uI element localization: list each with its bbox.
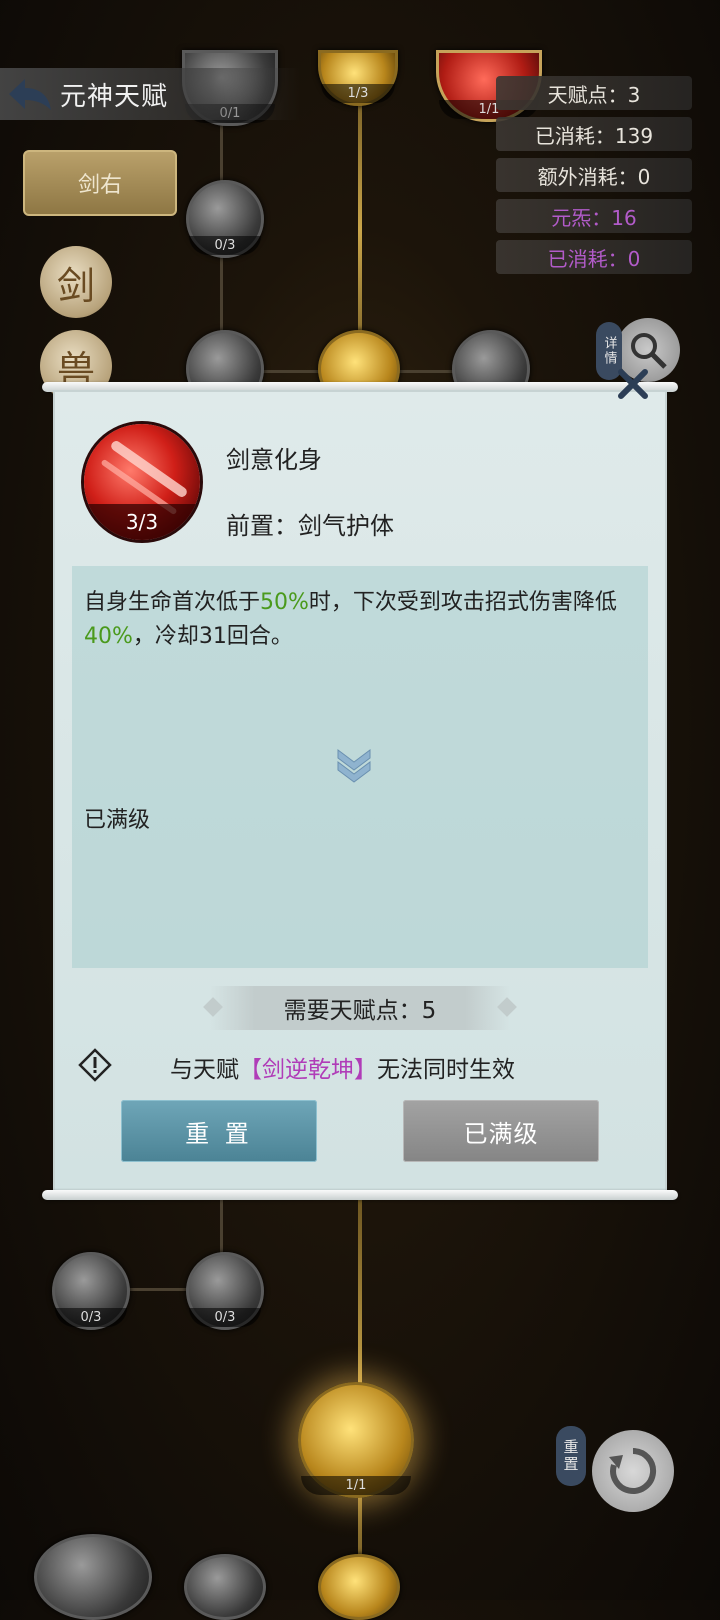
page-title: 元神天赋 <box>60 81 169 112</box>
talent-node[interactable] <box>34 1534 152 1620</box>
talent-node[interactable]: 0/3 <box>186 180 264 258</box>
stat-extra-cost: 额外消耗：0 <box>496 158 692 192</box>
skill-name: 剑意化身 <box>226 446 322 474</box>
reset-button[interactable]: 重 置 <box>121 1100 317 1162</box>
maxed-button[interactable]: 已满级 <box>403 1100 599 1162</box>
skill-level: 3/3 <box>84 504 200 540</box>
skill-prerequisite: 前置：剑气护体 <box>226 512 394 540</box>
back-arrow-icon[interactable] <box>0 68 60 120</box>
stat-yuansha: 元炁：16 <box>496 199 692 233</box>
reset-tree-button[interactable] <box>592 1430 674 1512</box>
skill-description: 自身生命首次低于50%时，下次受到攻击招式伤害降低40%，冷却31回合。 <box>84 590 617 649</box>
stat-consumed-secondary: 已消耗：0 <box>496 240 692 274</box>
talent-node[interactable] <box>318 1554 400 1620</box>
reset-tree-label: 重置 <box>556 1426 586 1486</box>
stats-panel: 天赋点：3 已消耗：139 额外消耗：0 元炁：16 已消耗：0 <box>496 76 692 281</box>
chevron-down-icon <box>334 744 374 788</box>
conflict-notice: 与天赋【剑逆乾坤】无法同时生效 <box>170 1057 515 1083</box>
close-dialog-button[interactable] <box>613 364 653 404</box>
refresh-icon <box>609 1447 657 1494</box>
talent-node[interactable] <box>184 1554 266 1620</box>
max-level-status: 已满级 <box>84 808 151 833</box>
sword-right-tab[interactable]: 剑右 <box>23 150 177 216</box>
top-bar: 元神天赋 <box>0 68 300 120</box>
scroll-rod-top <box>42 382 678 392</box>
sword-category-button[interactable]: 剑 <box>40 246 112 318</box>
stat-talent-points: 天赋点：3 <box>496 76 692 110</box>
talent-node[interactable]: 1/3 <box>318 50 398 106</box>
warning-icon <box>78 1048 112 1086</box>
talent-node-ultimate[interactable]: 1/1 <box>298 1382 414 1498</box>
scroll-rod-bottom <box>42 1190 678 1200</box>
skill-icon: 3/3 <box>84 424 200 540</box>
talent-node[interactable]: 0/3 <box>52 1252 130 1330</box>
required-points: 需要天赋点：5 <box>210 986 510 1030</box>
talent-node[interactable]: 0/3 <box>186 1252 264 1330</box>
close-icon <box>618 369 648 399</box>
stat-consumed: 已消耗：139 <box>496 117 692 151</box>
